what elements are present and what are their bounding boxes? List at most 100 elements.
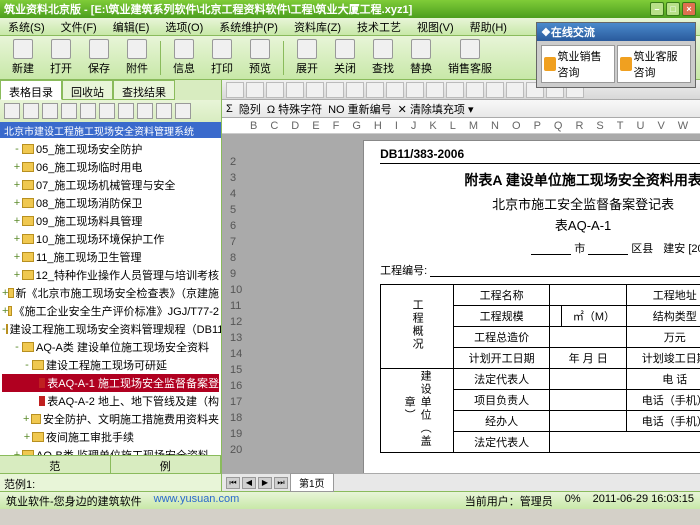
sheet-area[interactable]: 234567891011121314151617181920 DB11/383-… (222, 134, 700, 473)
menu-database[interactable]: 资料库(Z) (290, 18, 345, 36)
edit-btn[interactable] (466, 82, 484, 98)
prev-sheet[interactable]: ◀ (242, 477, 256, 489)
tree-node[interactable]: +AQ-B类 监理单位施工现场安全资料 (2, 446, 219, 455)
doc-code: DB11/383-2006 (380, 147, 700, 164)
column-ruler: BCDEFGHIJKLMNOPQRSTUVWXYZAAABACADAEAFAG (222, 118, 700, 134)
tree-node[interactable]: +06_施工现场临时用电 (2, 158, 219, 176)
first-sheet[interactable]: ⏮ (226, 477, 240, 489)
statusbar: 筑业软件-您身边的建筑软件www.yusuan.com 当前用户：管理员0%20… (0, 491, 700, 509)
edit-btn[interactable] (506, 82, 524, 98)
tree-node[interactable]: -AQ-A类 建设单位施工现场安全资料 (2, 338, 219, 356)
chat-title: ❖ 在线交流 (537, 23, 695, 41)
form-table: 工程概况工程名称工程地址 工程规模㎡（M）结构类型层数 工程总造价万元 计划开工… (380, 284, 700, 453)
tree-btn[interactable] (175, 103, 191, 119)
person-icon (544, 57, 556, 71)
tool-replace[interactable]: 替换 (404, 37, 438, 78)
editor-panel: Σ隐列 Ω 特殊字符 NO 重新编号 ✕ 清除填充项 ▾ BCDEFGHIJKL… (222, 80, 700, 491)
tree-header: 北京市建设工程施工现场安全资料管理系统 (0, 122, 221, 138)
tree-btn[interactable] (156, 103, 172, 119)
menu-system[interactable]: 系统(S) (4, 18, 49, 36)
tool-new[interactable]: 新建 (6, 37, 40, 78)
tree-btn[interactable] (42, 103, 58, 119)
menu-tech[interactable]: 技术工艺 (353, 18, 405, 36)
tab-recycle[interactable]: 回收站 (62, 80, 113, 100)
tree-node[interactable]: 表AQ-A-2 地上、地下管线及建（构 (2, 392, 219, 410)
menu-edit[interactable]: 编辑(E) (109, 18, 154, 36)
tree-node[interactable]: +《施工企业安全生产评价标准》JGJ/T77-2 (2, 302, 219, 320)
chat-service[interactable]: 筑业客服咨询 (617, 45, 691, 83)
tool-open[interactable]: 打开 (44, 37, 78, 78)
edit-btn[interactable] (446, 82, 464, 98)
next-sheet[interactable]: ▶ (258, 477, 272, 489)
projno-row: 工程编号: (380, 262, 700, 278)
tree-node[interactable]: +10_施工现场环境保护工作 (2, 230, 219, 248)
menu-help[interactable]: 帮助(H) (466, 18, 511, 36)
tree-node[interactable]: +09_施工现场料具管理 (2, 212, 219, 230)
tree-node[interactable]: 表AQ-A-1 施工现场安全监督备案登 (2, 374, 219, 392)
tree-btn[interactable] (80, 103, 96, 119)
tree-btn[interactable] (23, 103, 39, 119)
close-button[interactable]: × (682, 2, 696, 16)
tool-find[interactable]: 查找 (366, 37, 400, 78)
sheet-tabs: ⏮ ◀ ▶ ⏭ 第1页 (222, 473, 700, 491)
edit-btn[interactable] (406, 82, 424, 98)
tree-toolbar (0, 100, 221, 122)
tree-btn[interactable] (118, 103, 134, 119)
tree-node[interactable]: -建设工程施工现场可研延 (2, 356, 219, 374)
edit-btn[interactable] (386, 82, 404, 98)
menu-view[interactable]: 视图(V) (413, 18, 458, 36)
minimize-button[interactable]: – (650, 2, 664, 16)
tool-print[interactable]: 打印 (205, 37, 239, 78)
tree-node[interactable]: +11_施工现场卫生管理 (2, 248, 219, 266)
tree[interactable]: -05_施工现场安全防护+06_施工现场临时用电+07_施工现场机械管理与安全+… (0, 138, 221, 455)
tool-expand[interactable]: 展开 (290, 37, 324, 78)
menu-file[interactable]: 文件(F) (57, 18, 101, 36)
tree-node[interactable]: +新《北京市施工现场安全检查表》（京建施 (2, 284, 219, 302)
tree-node[interactable]: +夜间施工审批手续 (2, 428, 219, 446)
left-tabs: 表格目录 回收站 查找结果 (0, 80, 221, 100)
hidecol[interactable]: 隐列 (239, 101, 261, 117)
tab-tree[interactable]: 表格目录 (0, 80, 62, 100)
edit-btn[interactable] (246, 82, 264, 98)
menu-options[interactable]: 选项(O) (161, 18, 207, 36)
tool-save[interactable]: 保存 (82, 37, 116, 78)
last-sheet[interactable]: ⏭ (274, 477, 288, 489)
tool-collapse[interactable]: 关闭 (328, 37, 362, 78)
chat-sales[interactable]: 筑业销售咨询 (541, 45, 615, 83)
tool-sales[interactable]: 销售客服 (442, 37, 498, 78)
sheet-tab-1[interactable]: 第1页 (290, 473, 334, 492)
chat-panel: ❖ 在线交流 筑业销售咨询 筑业客服咨询 (536, 22, 696, 88)
titlebar: 筑业资料北京版 - [E:\筑业建筑系列软件\北京工程资料软件\工程\筑业大厦工… (0, 0, 700, 18)
document-sheet: DB11/383-2006 附表A 建设单位施工现场安全资料用表 北京市施工安全… (363, 140, 700, 473)
tree-btn[interactable] (137, 103, 153, 119)
edit-btn[interactable] (226, 82, 244, 98)
tool-preview[interactable]: 预览 (243, 37, 277, 78)
tree-btn[interactable] (61, 103, 77, 119)
tree-node[interactable]: +08_施工现场消防保卫 (2, 194, 219, 212)
edit-btn[interactable] (286, 82, 304, 98)
window-title: 筑业资料北京版 - [E:\筑业建筑系列软件\北京工程资料软件\工程\筑业大厦工… (4, 1, 650, 17)
tree-node[interactable]: -建设工程施工现场安全资料管理规程（DB11/ (2, 320, 219, 338)
edit-btn[interactable] (306, 82, 324, 98)
edit-btn[interactable] (326, 82, 344, 98)
tree-node[interactable]: +安全防护、文明施工措施费用资料夹 (2, 410, 219, 428)
edit-btn[interactable] (346, 82, 364, 98)
range-row: 范例1: (0, 473, 221, 491)
tree-footer: 范 例 (0, 455, 221, 473)
menu-maintain[interactable]: 系统维护(P) (215, 18, 282, 36)
tool-info[interactable]: 信息 (167, 37, 201, 78)
edit-btn[interactable] (426, 82, 444, 98)
tab-search[interactable]: 查找结果 (113, 80, 175, 100)
tree-node[interactable]: -05_施工现场安全防护 (2, 140, 219, 158)
tree-btn[interactable] (99, 103, 115, 119)
editor-toolbar-2: Σ隐列 Ω 特殊字符 NO 重新编号 ✕ 清除填充项 ▾ (222, 100, 700, 118)
edit-btn[interactable] (266, 82, 284, 98)
person-icon (620, 57, 632, 71)
tool-attach[interactable]: 附件 (120, 37, 154, 78)
tree-btn[interactable] (4, 103, 20, 119)
edit-btn[interactable] (366, 82, 384, 98)
edit-btn[interactable] (486, 82, 504, 98)
tree-node[interactable]: +12_特种作业操作人员管理与培训考核 (2, 266, 219, 284)
maximize-button[interactable]: □ (666, 2, 680, 16)
tree-node[interactable]: +07_施工现场机械管理与安全 (2, 176, 219, 194)
